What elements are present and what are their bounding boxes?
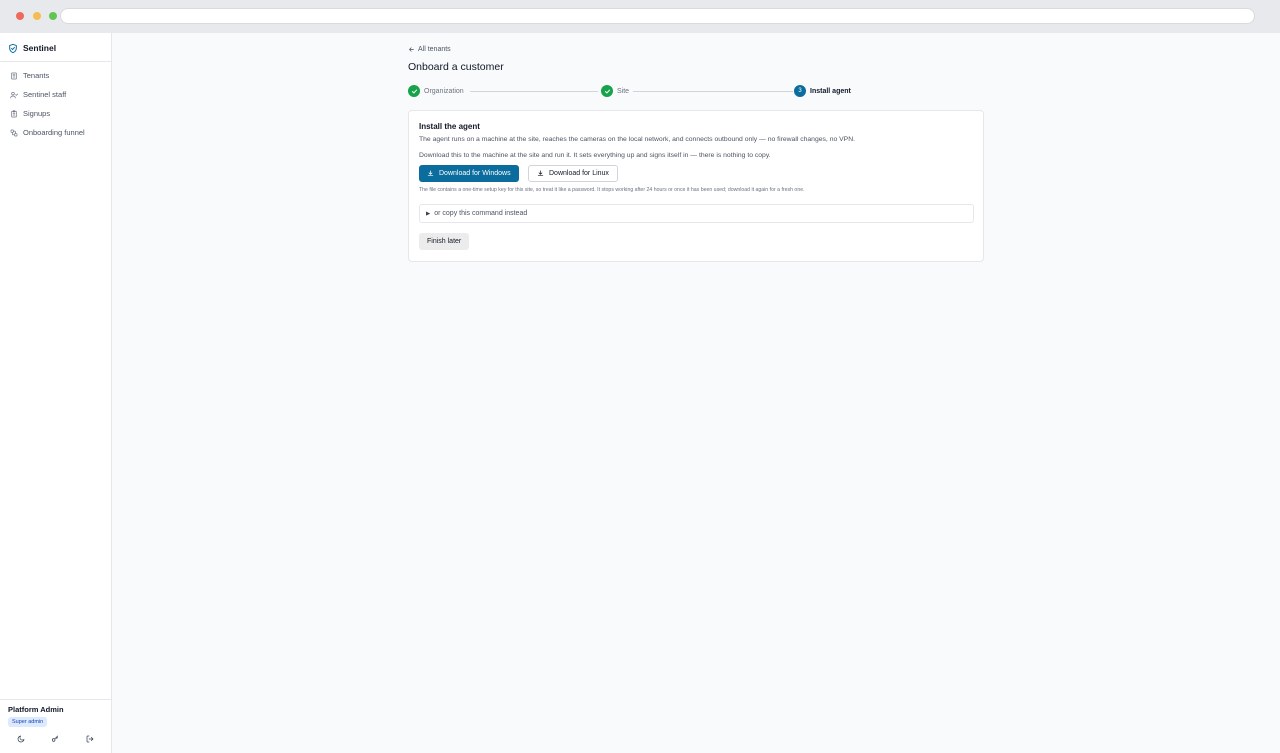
- card-instruction: Download this to the machine at the site…: [419, 152, 771, 159]
- browser-chrome: [0, 0, 1280, 33]
- window-maximize-dot[interactable]: [49, 12, 57, 20]
- sidebar-item-signups[interactable]: Signups: [0, 104, 111, 123]
- download-icon: [427, 170, 434, 176]
- users-icon: [10, 91, 18, 98]
- check-icon: [604, 89, 610, 93]
- sidebar-item-sentinel-staff[interactable]: Sentinel staff: [0, 85, 111, 104]
- download-windows-button[interactable]: Download for Windows: [419, 165, 519, 182]
- key-icon: [52, 735, 59, 742]
- clipboard-icon: [11, 109, 17, 117]
- step-install-agent: 3 Install agent: [794, 85, 851, 97]
- role-badge: Super admin: [8, 717, 48, 727]
- step-site: Site: [601, 85, 629, 97]
- finish-later-button[interactable]: Finish later: [419, 233, 470, 250]
- step-number: 3: [794, 85, 806, 97]
- window-close-dot[interactable]: [16, 12, 24, 20]
- step-connector: [470, 91, 598, 92]
- sidebar-item-label: Signups: [23, 109, 51, 118]
- logout-button[interactable]: [84, 733, 96, 745]
- shield-check-icon: [9, 43, 17, 53]
- sidebar-item-tenants[interactable]: Tenants: [0, 66, 111, 85]
- install-agent-card: Install the agent The agent runs on a ma…: [408, 110, 984, 262]
- user-name: Platform Admin: [8, 705, 64, 714]
- step-label: Organization: [424, 87, 464, 95]
- building-icon: [11, 72, 17, 79]
- step-organization: Organization: [408, 85, 464, 97]
- stepper: Organization Site 3 Install agent: [408, 85, 984, 98]
- divider: [0, 699, 111, 700]
- sidebar-nav: Tenants Sentinel staff Signups Onboardin…: [0, 66, 111, 142]
- setup-key-note: The file contains a one-time setup key f…: [419, 187, 805, 193]
- sidebar-item-onboarding-funnel[interactable]: Onboarding funnel: [0, 123, 111, 142]
- brand-name: Sentinel: [23, 43, 57, 53]
- check-icon: [411, 89, 417, 93]
- workflow-icon: [10, 129, 18, 136]
- sidebar-item-label: Tenants: [23, 71, 50, 80]
- download-linux-button[interactable]: Download for Linux: [528, 165, 618, 182]
- sidebar-item-label: Onboarding funnel: [23, 128, 85, 137]
- step-status-done: [408, 85, 420, 97]
- download-windows-label: Download for Windows: [439, 170, 511, 177]
- window-minimize-dot[interactable]: [33, 12, 41, 20]
- theme-toggle-button[interactable]: [15, 733, 27, 745]
- logout-icon: [86, 735, 94, 743]
- page-title: Onboard a customer: [408, 61, 504, 73]
- sidebar-footer-actions: [0, 733, 111, 745]
- back-link[interactable]: All tenants: [408, 46, 451, 53]
- sidebar-item-label: Sentinel staff: [23, 90, 67, 99]
- app-window: Sentinel Tenants Sentinel staff Signups …: [0, 33, 1280, 753]
- copy-command-label: or copy this command instead: [434, 210, 528, 217]
- address-bar[interactable]: [61, 9, 1254, 23]
- copy-command-disclosure[interactable]: ▶ or copy this command instead: [419, 204, 974, 223]
- divider: [0, 61, 111, 62]
- download-linux-label: Download for Linux: [549, 170, 609, 177]
- triangle-right-icon: ▶: [426, 210, 431, 217]
- back-link-label: All tenants: [418, 46, 451, 53]
- download-icon: [537, 170, 544, 176]
- sidebar: Sentinel Tenants Sentinel staff Signups …: [0, 33, 112, 753]
- brand[interactable]: Sentinel: [8, 41, 56, 55]
- arrow-left-icon: [409, 47, 414, 52]
- card-title: Install the agent: [419, 122, 480, 131]
- card-description: The agent runs on a machine at the site,…: [419, 136, 856, 143]
- step-label: Site: [617, 87, 630, 95]
- step-status-done: [601, 85, 613, 97]
- api-keys-button[interactable]: [49, 733, 61, 745]
- moon-icon: [17, 735, 25, 743]
- step-connector: [633, 91, 793, 92]
- step-label: Install agent: [810, 87, 851, 95]
